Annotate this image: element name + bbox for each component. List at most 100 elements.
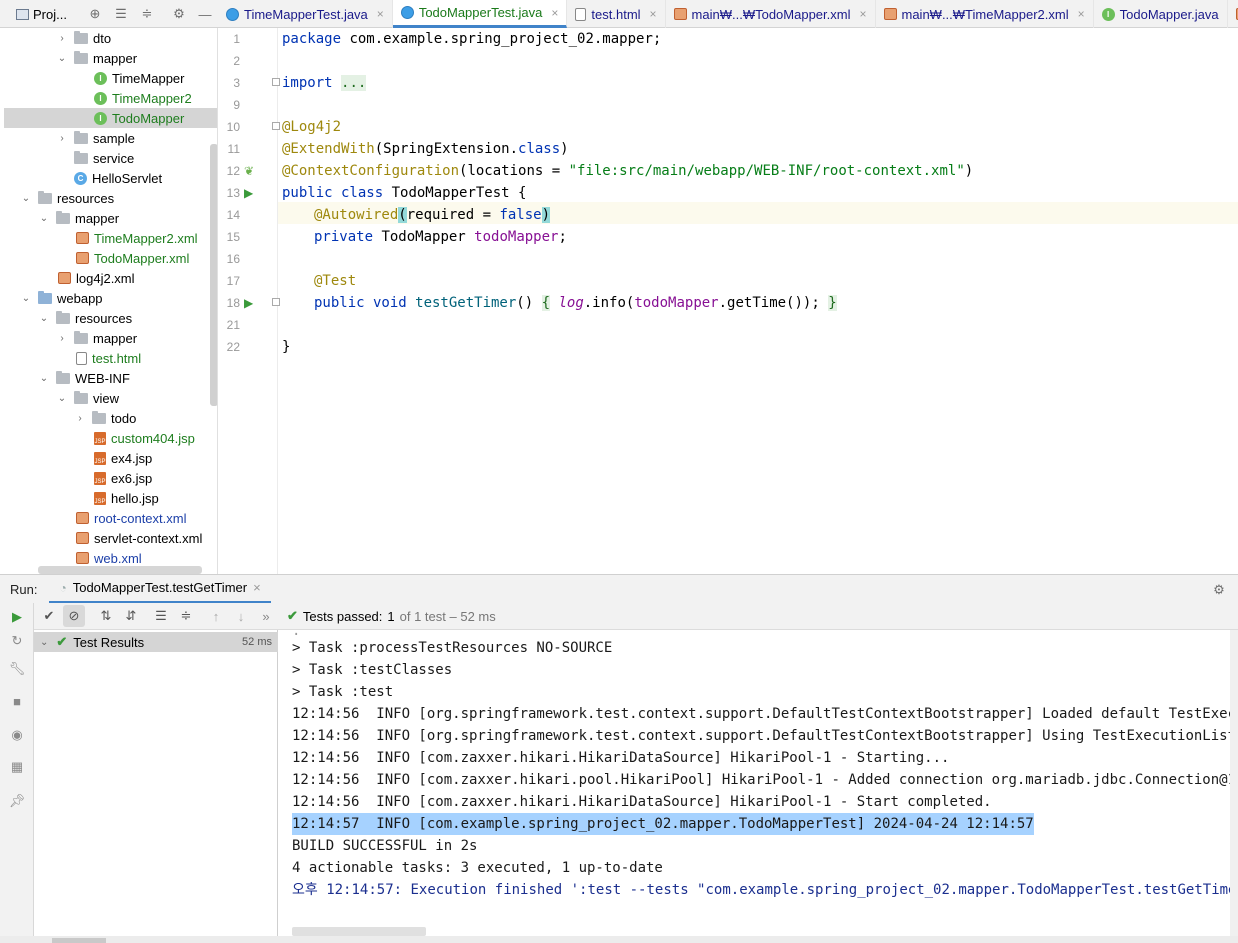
expand-all-icon[interactable]: ☰ [150, 605, 172, 627]
tree-item-todomapper-xml[interactable]: TodoMapper.xml [4, 248, 217, 268]
fold-marker-icon[interactable] [272, 298, 280, 306]
run-test-method-icon[interactable]: ▶ [244, 296, 258, 310]
close-icon[interactable]: × [1078, 7, 1085, 21]
tree-item-timemapper2-xml[interactable]: TimeMapper2.xml [4, 228, 217, 248]
check-icon: ✔ [287, 608, 298, 623]
tab-todomapper-java[interactable]: I TodoMapper.java [1094, 0, 1228, 28]
collapse-all-icon[interactable]: ≑ [175, 605, 197, 627]
close-icon[interactable]: × [377, 7, 384, 21]
tree-item-webapp-resources[interactable]: ⌄ resources [4, 308, 217, 328]
tree-item-web-xml[interactable]: web.xml [4, 548, 217, 568]
tree-item-view[interactable]: ⌄ view [4, 388, 217, 408]
tree-item-sample[interactable]: › sample [4, 128, 217, 148]
folded-brace[interactable]: } [828, 295, 837, 311]
tree-item-timemapper[interactable]: I TimeMapper [4, 68, 217, 88]
tree-item-todomapper[interactable]: I TodoMapper [4, 108, 217, 128]
tree-item-resources[interactable]: ⌄ resources [4, 188, 217, 208]
layout-icon[interactable]: ▦ [9, 759, 25, 775]
tree-item-webapp[interactable]: ⌄ webapp [4, 288, 217, 308]
sort-alpha-icon[interactable]: ⇅ [95, 605, 117, 627]
code-editor[interactable]: 1 2 3 9 10 11 12 13 14 15 16 17 18 21 22… [218, 28, 1238, 574]
tree-item-helloservlet[interactable]: C HelloServlet [4, 168, 217, 188]
collapse-all-icon[interactable]: ≑ [138, 5, 156, 23]
show-ignored-icon[interactable]: ⊘ [63, 605, 85, 627]
close-icon[interactable]: × [859, 7, 866, 21]
chevron-down-icon[interactable]: ⌄ [38, 373, 50, 384]
test-results-row[interactable]: ⌄ ✔ Test Results 52 ms [34, 632, 278, 652]
eye-icon[interactable]: ◉ [9, 727, 25, 743]
gear-icon[interactable]: ⚙ [1210, 581, 1228, 599]
tree-item-root-context-xml[interactable]: root-context.xml [4, 508, 217, 528]
gear-icon[interactable]: ⚙ [170, 5, 188, 23]
chevron-down-icon[interactable]: ⌄ [56, 53, 68, 64]
tree-item-resources-mapper[interactable]: ⌄ mapper [4, 208, 217, 228]
rerun-failed-icon[interactable]: ↻ [9, 633, 25, 649]
tree-item-todo[interactable]: › todo [4, 408, 217, 428]
tab-todomappertest[interactable]: TodoMapperTest.java × [392, 0, 568, 28]
editor-gutter: 1 2 3 9 10 11 12 13 14 15 16 17 18 21 22… [218, 28, 280, 574]
chevron-right-icon[interactable]: › [56, 133, 68, 144]
chevron-right-icon[interactable]: › [74, 413, 86, 424]
chevron-right-icon[interactable]: › [56, 333, 68, 344]
stop-icon[interactable]: ■ [9, 693, 25, 709]
tab-timemappertest[interactable]: TimeMapperTest.java × [218, 0, 393, 28]
pin-icon[interactable]: 📌︎ [9, 793, 26, 809]
console-horizontal-scrollbar[interactable] [292, 927, 426, 936]
arrow-up-icon[interactable]: ↑ [205, 605, 227, 627]
chevron-down-icon[interactable]: ⌄ [56, 393, 68, 404]
chevron-down-icon[interactable]: ⌄ [40, 637, 48, 648]
folded-imports[interactable]: ... [341, 75, 367, 91]
chevron-down-icon[interactable]: ⌄ [20, 193, 32, 204]
run-test-class-icon[interactable]: ▶ [244, 186, 258, 200]
editor-tabs: TimeMapperTest.java × TodoMapperTest.jav… [218, 0, 1238, 28]
console-vertical-scrollbar[interactable] [1230, 630, 1238, 936]
arrow-down-icon[interactable]: ↓ [230, 605, 252, 627]
wrench-icon[interactable]: 🔧︎ [9, 661, 26, 677]
chevron-right-icon[interactable]: › [56, 33, 68, 44]
tree-item-webapp-mapper[interactable]: › mapper [4, 328, 217, 348]
console-output[interactable]: · > Task :processTestResources NO-SOURCE… [280, 630, 1230, 936]
tab-todomapper-xml[interactable]: main₩...₩TodoMapper.xml × [666, 0, 876, 28]
tree-item-log4j2-xml[interactable]: log4j2.xml [4, 268, 217, 288]
results-horizontal-scrollbar[interactable] [52, 938, 106, 943]
run-tab[interactable]: ◔ TodoMapperTest.testGetTimer × [49, 575, 271, 604]
rerun-icon[interactable]: ▶ [9, 609, 25, 625]
line-number: 15 [226, 230, 240, 244]
fold-marker-icon[interactable] [272, 78, 280, 86]
tab-overflow[interactable]: ⌄ [1228, 0, 1238, 28]
tree-item-ex4-jsp[interactable]: JSP ex4.jsp [4, 448, 217, 468]
chevron-down-icon[interactable]: ⌄ [20, 293, 32, 304]
spring-leaf-icon[interactable]: ❦ [244, 164, 258, 178]
tree-item-custom404-jsp[interactable]: JSP custom404.jsp [4, 428, 217, 448]
close-icon[interactable]: × [650, 7, 657, 21]
show-passed-icon[interactable]: ✔ [38, 605, 60, 627]
folded-brace[interactable]: { [541, 295, 551, 311]
sort-duration-icon[interactable]: ⇵ [120, 605, 142, 627]
tab-timemapper2-xml[interactable]: main₩...₩TimeMapper2.xml × [876, 0, 1094, 28]
code-line: @ContextConfiguration(locations = "file:… [282, 160, 973, 182]
more-icon[interactable]: » [255, 605, 277, 627]
folder-icon [74, 390, 88, 404]
tree-horizontal-scrollbar[interactable] [38, 566, 202, 574]
chevron-down-icon[interactable]: ⌄ [38, 313, 50, 324]
close-icon[interactable]: × [551, 6, 558, 20]
tab-test-html[interactable]: test.html × [567, 0, 666, 28]
tree-item-web-inf[interactable]: ⌄ WEB-INF [4, 368, 217, 388]
project-view-icon[interactable] [16, 8, 29, 20]
tree-item-service[interactable]: service [4, 148, 217, 168]
fold-marker-icon[interactable] [272, 122, 280, 130]
expand-all-icon[interactable]: ☰ [112, 5, 130, 23]
chevron-down-icon[interactable]: ⌄ [38, 213, 50, 224]
close-icon[interactable]: × [253, 580, 261, 595]
tree-scrollbar[interactable] [210, 144, 217, 406]
tree-item-servlet-context-xml[interactable]: servlet-context.xml [4, 528, 217, 548]
tree-item-test-html[interactable]: test.html [4, 348, 217, 368]
tree-item-timemapper2[interactable]: I TimeMapper2 [4, 88, 217, 108]
project-panel-title[interactable]: Proj... [33, 7, 67, 22]
locate-icon[interactable]: ⊕ [86, 5, 104, 23]
tree-item-ex6-jsp[interactable]: JSP ex6.jsp [4, 468, 217, 488]
tree-item-mapper[interactable]: ⌄ mapper [4, 48, 217, 68]
tree-item-dto[interactable]: › dto [4, 28, 217, 48]
tree-item-hello-jsp[interactable]: JSP hello.jsp [4, 488, 217, 508]
hide-icon[interactable]: — [196, 5, 214, 23]
